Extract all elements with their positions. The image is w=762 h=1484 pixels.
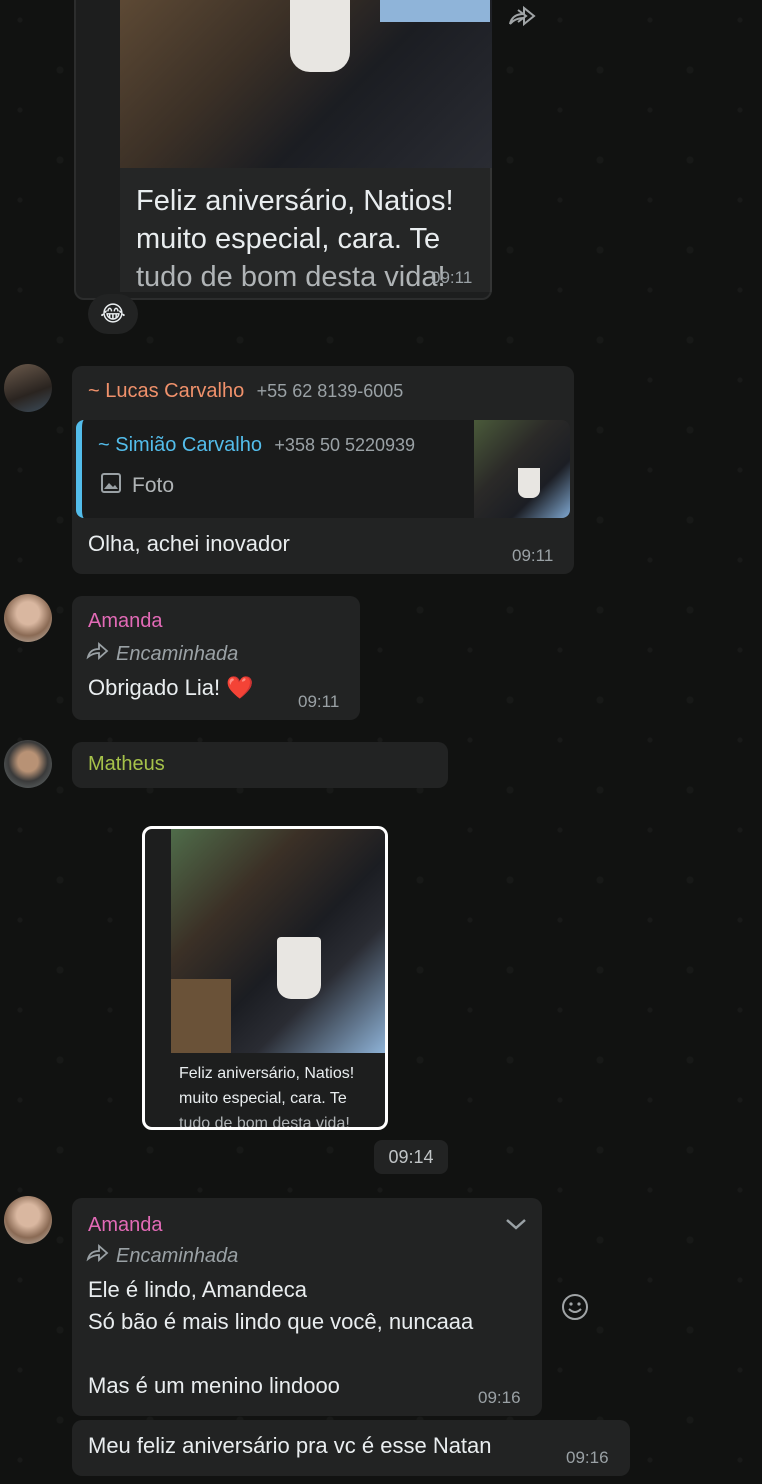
top-image-message[interactable]: Feliz aniversário, Natios! muito especia…	[74, 0, 492, 300]
message-text: Obrigado Lia! ❤️	[88, 675, 254, 700]
message-time: 09:11	[298, 692, 340, 711]
sticker-image-message[interactable]: Feliz aniversário, Natios! muito especia…	[142, 826, 388, 1130]
message-photo[interactable]	[171, 829, 385, 1053]
quoted-photo-thumbnail	[474, 420, 570, 518]
emoji-react-icon[interactable]	[560, 1292, 590, 1327]
message-bubble-amanda-2[interactable]: Amanda Encaminhada Ele é lindo, Amandeca…	[72, 1198, 542, 1416]
avatar[interactable]	[4, 594, 52, 642]
message-bubble-lucas[interactable]: ~ Lucas Carvalho +55 62 8139-6005 ~ Simi…	[72, 366, 574, 574]
time-badge: 09:14	[374, 1140, 448, 1174]
sender-name[interactable]: Matheus	[88, 753, 165, 776]
image-icon	[100, 472, 122, 499]
photo-caption: Feliz aniversário, Natios! muito especia…	[171, 1053, 385, 1130]
message-time: 09:11	[431, 268, 473, 287]
quoted-sender-name: ~ Simião Carvalho	[98, 434, 262, 456]
forwarded-label: Encaminhada	[116, 1244, 239, 1267]
message-line	[88, 1338, 473, 1370]
message-photo[interactable]	[120, 0, 492, 168]
message-bubble-last[interactable]: Meu feliz aniversário pra vc é esse Nata…	[72, 1420, 630, 1476]
message-time: 09:14	[388, 1146, 434, 1167]
quoted-type-label: Foto	[132, 473, 175, 497]
chevron-down-icon[interactable]	[504, 1216, 528, 1237]
sender-phone: +55 62 8139-6005	[256, 381, 404, 401]
forwarded-label: Encaminhada	[116, 642, 239, 665]
message-time: 09:16	[478, 1388, 521, 1407]
message-bubble-amanda[interactable]: Amanda Encaminhada Obrigado Lia! ❤️ 09:1…	[72, 596, 360, 720]
forwarded-icon	[86, 1244, 110, 1268]
caption-line-3: tudo de bom desta vida!	[136, 261, 446, 292]
message-text: Olha, achei inovador	[88, 531, 290, 556]
forwarded-indicator: Encaminhada	[86, 1244, 238, 1268]
caption-line-1: Feliz aniversário, Natios!	[179, 1065, 355, 1082]
reaction-badge[interactable]: 😂	[88, 294, 138, 334]
message-text: Meu feliz aniversário pra vc é esse Nata…	[88, 1433, 492, 1458]
forwarded-icon	[86, 642, 110, 666]
caption-line-1: Feliz aniversário, Natios!	[136, 185, 454, 217]
caption-line-3: tudo de bom desta vida!	[179, 1115, 350, 1130]
forwarded-indicator: Encaminhada	[86, 642, 238, 666]
quoted-message[interactable]: ~ Simião Carvalho +358 50 5220939 Foto	[76, 420, 570, 518]
message-time: 09:11	[512, 546, 554, 565]
reaction-emoji: 😂	[100, 301, 126, 326]
sender-name[interactable]: Amanda	[88, 610, 163, 633]
message-line: Ele é lindo, Amandeca	[88, 1277, 307, 1302]
avatar[interactable]	[4, 740, 52, 788]
sender-name[interactable]: Amanda	[88, 1214, 163, 1237]
quoted-sender-phone: +358 50 5220939	[274, 435, 416, 455]
sender-header-matheus: Matheus	[72, 742, 448, 788]
message-line: Só bão é mais lindo que você, nuncaaa	[88, 1309, 474, 1334]
sender-name[interactable]: ~ Lucas Carvalho	[88, 380, 244, 402]
message-time: 09:16	[566, 1448, 609, 1467]
forward-icon[interactable]	[506, 4, 540, 32]
avatar[interactable]	[4, 364, 52, 412]
message-line: Mas é um menino lindooo	[88, 1373, 340, 1398]
avatar[interactable]	[4, 1196, 52, 1244]
caption-line-2: muito especial, cara. Te	[136, 223, 441, 255]
caption-line-2: muito especial, cara. Te	[179, 1090, 347, 1107]
